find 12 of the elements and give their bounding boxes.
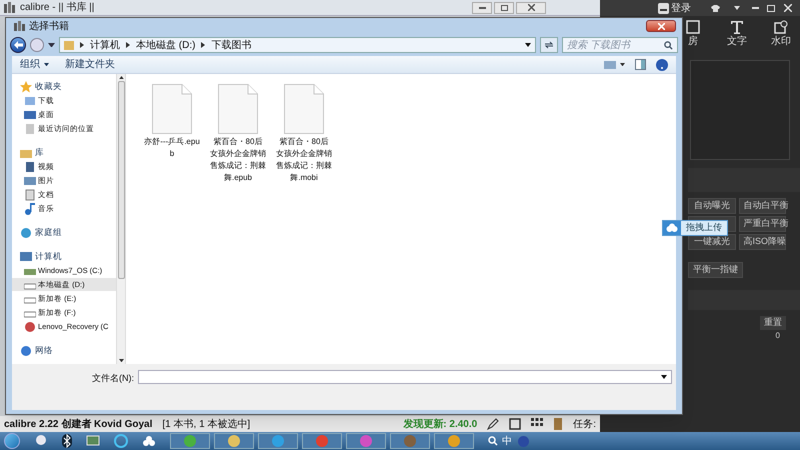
selection-count: [1 本书, 1 本被选中] <box>162 418 250 432</box>
jobs-label: 任务: <box>573 418 596 432</box>
nav-group-label: 库 <box>35 146 44 159</box>
status-text: calibre 2.22 创建者 Kovid Goyal <box>4 418 152 432</box>
nav-group-label: 计算机 <box>35 250 62 263</box>
window-title: calibre - || 书库 || <box>20 0 94 15</box>
nav-group-label: 网络 <box>35 344 53 357</box>
filename-label: 文件名(N): <box>92 372 134 385</box>
nav-group-label: 家庭组 <box>35 226 62 239</box>
dialog-title: 选择书籍 <box>29 20 69 34</box>
nav-group-label: 收藏夹 <box>35 80 62 93</box>
value-label: 0 <box>776 330 780 342</box>
